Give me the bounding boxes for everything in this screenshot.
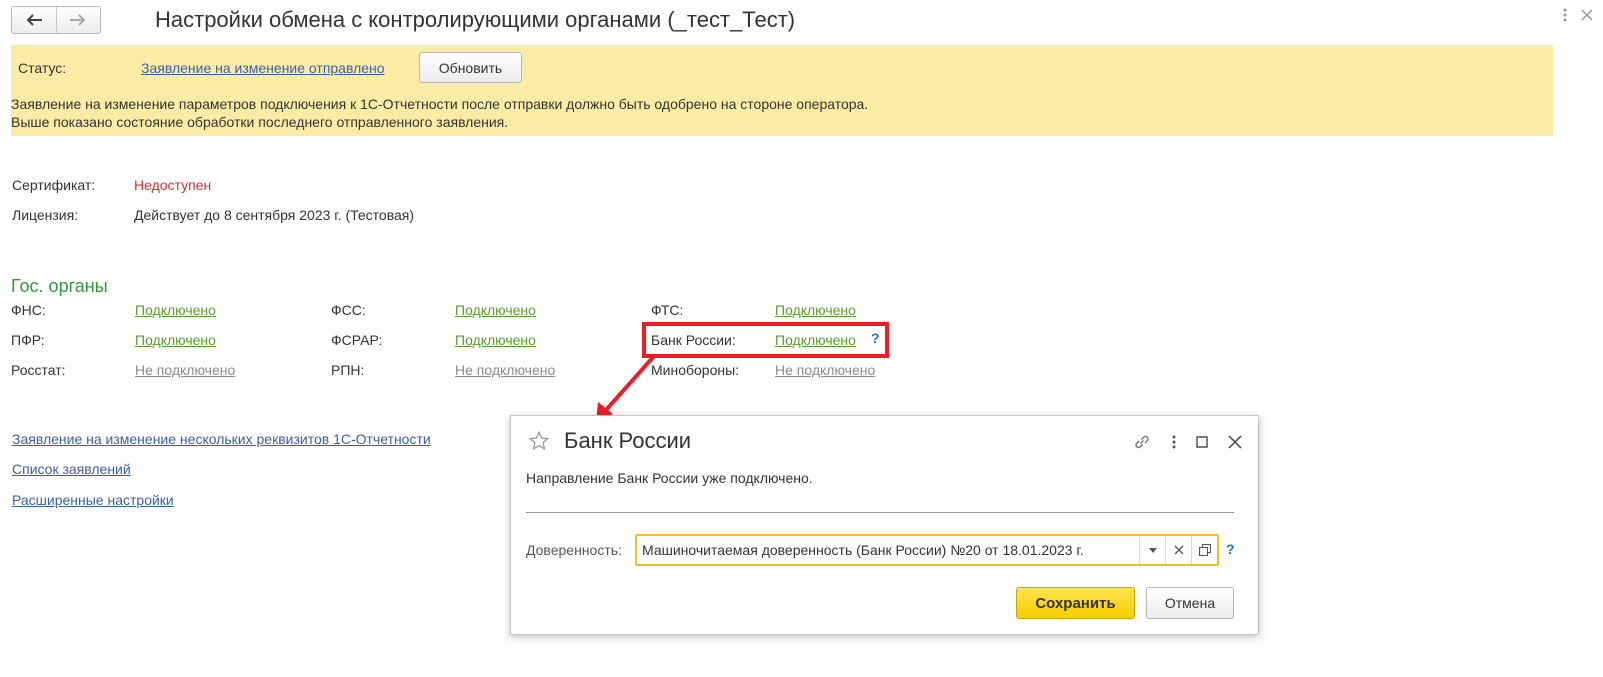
applications-list-link[interactable]: Список заявлений: [12, 461, 131, 477]
gov-label-fsrar: ФСРАР:: [331, 332, 383, 348]
clear-button[interactable]: [1165, 536, 1191, 564]
dialog-title: Банк России: [564, 428, 692, 453]
save-button[interactable]: Сохранить: [1016, 587, 1135, 619]
status-message-line2: Выше показано состояние обработки послед…: [11, 114, 509, 130]
status-link[interactable]: Заявление на изменение отправлено: [141, 60, 385, 76]
highlight-box: [642, 322, 889, 358]
maximize-icon[interactable]: [1196, 436, 1208, 448]
refresh-button[interactable]: Обновить: [419, 52, 522, 83]
gov-label-minoborony: Минобороны:: [651, 362, 740, 378]
status-message-line1: Заявление на изменение параметров подклю…: [11, 96, 869, 112]
gov-status-minoborony[interactable]: Не подключено: [775, 362, 875, 378]
arrow-left-icon: [26, 14, 42, 26]
page-title: Настройки обмена с контролирующими орган…: [155, 7, 796, 32]
gov-label-fss: ФСС:: [331, 302, 366, 318]
advanced-settings-link[interactable]: Расширенные настройки: [12, 492, 174, 508]
power-of-attorney-value[interactable]: Машиночитаемая доверенность (Банк России…: [637, 542, 1139, 558]
gov-status-fts[interactable]: Подключено: [775, 302, 856, 318]
arrow-right-icon: [70, 14, 86, 26]
gov-label-rosstat: Росстат:: [11, 362, 66, 378]
change-details-link[interactable]: Заявление на изменение нескольких реквиз…: [12, 431, 431, 447]
open-button[interactable]: [1191, 536, 1217, 564]
dialog-help-icon[interactable]: ?: [1226, 541, 1235, 557]
nav-buttons: [11, 6, 101, 34]
gov-label-fts: ФТС:: [651, 302, 684, 318]
back-button[interactable]: [12, 7, 56, 33]
license-label: Лицензия:: [12, 207, 79, 223]
gov-label-rpn: РПН:: [331, 362, 365, 378]
certificate-value: Недоступен: [134, 177, 212, 193]
gov-status-rpn[interactable]: Не подключено: [455, 362, 555, 378]
more-vertical-icon[interactable]: [1172, 435, 1176, 449]
gov-status-fss[interactable]: Подключено: [455, 302, 536, 318]
gov-label-pfr: ПФР:: [11, 332, 45, 348]
close-icon[interactable]: [1581, 9, 1593, 21]
status-panel: Статус: Заявление на изменение отправлен…: [11, 45, 1553, 136]
cancel-button[interactable]: Отмена: [1146, 587, 1234, 619]
open-window-icon: [1198, 544, 1211, 556]
window-controls: [1563, 8, 1593, 22]
star-icon[interactable]: [528, 430, 550, 452]
gov-status-fsrar[interactable]: Подключено: [455, 332, 536, 348]
status-label: Статус:: [18, 60, 67, 76]
bank-russia-dialog: Банк России Направление Банк России уже …: [510, 415, 1259, 635]
dialog-controls: [1132, 432, 1242, 452]
power-of-attorney-label: Доверенность:: [526, 542, 622, 558]
gov-label-fns: ФНС:: [11, 302, 46, 318]
link-icon[interactable]: [1132, 432, 1152, 452]
more-vertical-icon[interactable]: [1563, 8, 1567, 22]
status-message: Заявление на изменение параметров подклю…: [11, 95, 868, 131]
gov-status-fns[interactable]: Подключено: [135, 302, 216, 318]
close-icon[interactable]: [1228, 435, 1242, 449]
license-value: Действует до 8 сентября 2023 г. (Тестова…: [134, 207, 415, 223]
dialog-message: Направление Банк России уже подключено.: [526, 470, 813, 486]
power-of-attorney-field[interactable]: Машиночитаемая доверенность (Банк России…: [635, 534, 1219, 566]
forward-button[interactable]: [55, 7, 101, 33]
gov-section-title: Гос. органы: [11, 276, 108, 296]
chevron-down-icon: [1148, 547, 1157, 553]
certificate-label: Сертификат:: [12, 177, 96, 193]
clear-icon: [1174, 545, 1183, 555]
gov-status-rosstat[interactable]: Не подключено: [135, 362, 235, 378]
dialog-separator: [526, 512, 1234, 513]
gov-status-pfr[interactable]: Подключено: [135, 332, 216, 348]
dropdown-button[interactable]: [1139, 536, 1165, 564]
